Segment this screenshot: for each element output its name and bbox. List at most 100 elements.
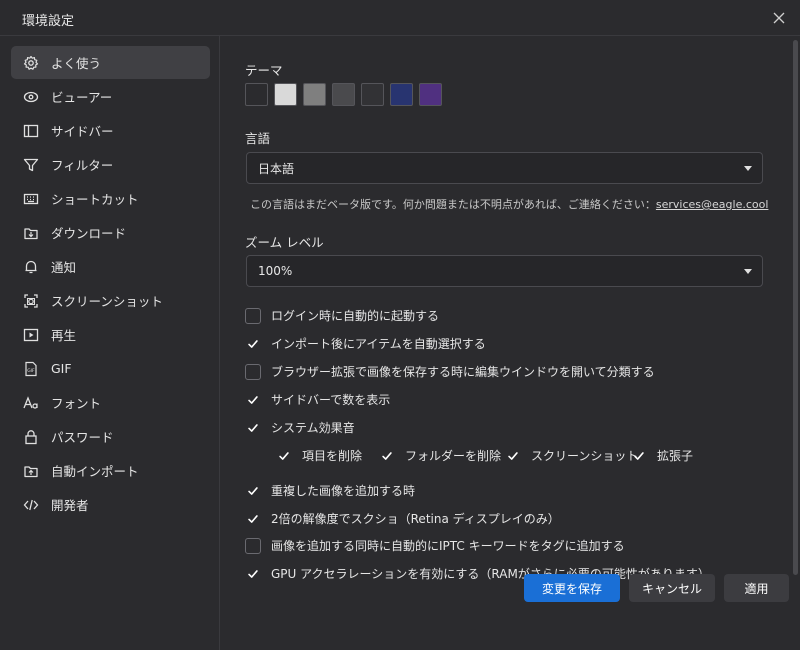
zoom-value: 100% <box>258 264 293 278</box>
bell-icon <box>23 259 39 275</box>
sound-option-row[interactable]: フォルダーを削除 <box>379 447 501 464</box>
option-row[interactable]: ブラウザー拡張で画像を保存する時に編集ウインドウを開いて分類する <box>245 363 655 380</box>
sidebar-item-label: よく使う <box>51 56 102 71</box>
theme-swatch-dark[interactable] <box>245 83 268 106</box>
checkbox[interactable] <box>245 336 261 352</box>
save-button[interactable]: 変更を保存 <box>524 574 620 602</box>
check-icon <box>248 395 258 404</box>
play-icon <box>23 327 39 343</box>
option-row[interactable]: 画像を追加する同時に自動的にIPTC キーワードをタグに追加する <box>245 537 625 554</box>
chevron-down-icon <box>744 166 752 171</box>
checkbox[interactable] <box>276 448 292 464</box>
sidebar-item-gif[interactable]: GIF GIF <box>11 352 210 385</box>
theme-swatch-blue[interactable] <box>390 83 413 106</box>
screenshot-icon <box>23 293 39 309</box>
cancel-button[interactable]: キャンセル <box>629 574 715 602</box>
theme-label: テーマ <box>245 63 283 78</box>
sidebar-item-label: スクリーンショット <box>51 294 163 309</box>
language-note-text: この言語はまだベータ版です。何か問題または不明点があれば、ご連絡ください： <box>250 198 656 211</box>
checkbox-label: 重複した画像を追加する時 <box>271 484 416 498</box>
language-value: 日本語 <box>258 161 295 176</box>
keyboard-icon <box>23 191 39 207</box>
check-icon <box>248 486 258 495</box>
checkbox[interactable] <box>245 566 261 582</box>
option-row[interactable]: インポート後にアイテムを自動選択する <box>245 335 486 352</box>
apply-button[interactable]: 適用 <box>724 574 789 602</box>
checkbox[interactable] <box>245 420 261 436</box>
theme-swatch-darker[interactable] <box>361 83 384 106</box>
filter-icon <box>23 157 39 173</box>
language-select[interactable]: 日本語 <box>246 152 763 184</box>
scrollbar[interactable] <box>793 40 798 575</box>
svg-text:GIF: GIF <box>27 368 35 374</box>
sidebar-item-font[interactable]: フォント <box>11 386 210 419</box>
sidebar-item-label: サイドバー <box>51 124 114 139</box>
sidebar-item-label: フォント <box>51 396 102 411</box>
sidebar-item-label: GIF <box>51 361 72 376</box>
sidebar-item-viewer[interactable]: ビューアー <box>11 80 210 113</box>
check-icon <box>248 569 258 578</box>
gear-icon <box>23 55 39 71</box>
sidebar-item-notifications[interactable]: 通知 <box>11 250 210 283</box>
option-row[interactable]: システム効果音 <box>245 419 355 436</box>
check-icon <box>248 514 258 523</box>
checkbox-label: 拡張子 <box>657 449 694 463</box>
sidebar-item-frequent[interactable]: よく使う <box>11 46 210 79</box>
checkbox-label: フォルダーを削除 <box>405 449 502 463</box>
theme-swatch-dark-gray[interactable] <box>332 83 355 106</box>
sidebar-item-screenshot[interactable]: スクリーンショット <box>11 284 210 317</box>
checkbox[interactable] <box>245 307 261 324</box>
option-row[interactable]: サイドバーで数を表示 <box>245 391 390 408</box>
sidebar-item-label: 再生 <box>51 328 77 343</box>
checkbox[interactable] <box>379 448 395 464</box>
zoom-select[interactable]: 100% <box>246 255 763 287</box>
sidebar-item-label: フィルター <box>51 158 114 173</box>
close-button[interactable] <box>770 9 788 27</box>
checkbox-label: スクリーンショット <box>531 449 639 463</box>
checkbox-label: 2倍の解像度でスクショ（Retina ディスプレイのみ） <box>271 512 560 526</box>
download-icon <box>23 225 39 241</box>
lock-icon <box>23 429 39 445</box>
sidebar-item-auto-import[interactable]: 自動インポート <box>11 454 210 487</box>
option-row[interactable]: 2倍の解像度でスクショ（Retina ディスプレイのみ） <box>245 510 560 527</box>
sound-option-row[interactable]: 項目を削除 <box>276 447 362 464</box>
option-row[interactable]: 重複した画像を追加する時 <box>245 482 415 499</box>
language-label: 言語 <box>245 131 271 146</box>
theme-swatch-purple[interactable] <box>419 83 442 106</box>
import-icon <box>23 463 39 479</box>
option-row[interactable]: ログイン時に自動的に起動する <box>245 307 439 324</box>
checkbox[interactable] <box>245 392 261 408</box>
sidebar-item-label: 通知 <box>51 260 77 275</box>
checkbox[interactable] <box>245 511 261 527</box>
window-title: 環境設定 <box>22 14 75 29</box>
zoom-label: ズーム レベル <box>245 235 324 250</box>
theme-swatch-light[interactable] <box>274 83 297 106</box>
font-icon <box>23 395 39 411</box>
language-note: この言語はまだベータ版です。何か問題または不明点があれば、ご連絡ください：ser… <box>250 196 768 212</box>
checkbox-label: システム効果音 <box>271 421 355 435</box>
eye-icon <box>23 89 39 105</box>
checkbox-label: インポート後にアイテムを自動選択する <box>271 337 486 351</box>
sidebar-item-download[interactable]: ダウンロード <box>11 216 210 249</box>
support-email-link[interactable]: services@eagle.cool <box>656 198 769 211</box>
checkbox[interactable] <box>505 448 521 464</box>
theme-swatch-gray[interactable] <box>303 83 326 106</box>
checkbox[interactable] <box>245 363 261 380</box>
checkbox[interactable] <box>631 448 647 464</box>
checkbox-label: サイドバーで数を表示 <box>271 393 391 407</box>
sidebar-icon <box>23 123 39 139</box>
sound-option-row[interactable]: スクリーンショット <box>505 447 638 464</box>
sidebar-item-label: 開発者 <box>51 498 89 513</box>
sidebar-item-filter[interactable]: フィルター <box>11 148 210 181</box>
sound-option-row[interactable]: 拡張子 <box>631 447 693 464</box>
checkbox-label: ログイン時に自動的に起動する <box>271 309 440 323</box>
sidebar-item-shortcuts[interactable]: ショートカット <box>11 182 210 215</box>
sidebar-item-playback[interactable]: 再生 <box>11 318 210 351</box>
checkbox[interactable] <box>245 483 261 499</box>
sidebar-item-label: 自動インポート <box>51 464 139 479</box>
checkbox-label: 項目を削除 <box>302 449 363 463</box>
sidebar-item-developer[interactable]: 開発者 <box>11 488 210 521</box>
sidebar-item-sidebar[interactable]: サイドバー <box>11 114 210 147</box>
checkbox[interactable] <box>245 537 261 554</box>
sidebar-item-password[interactable]: パスワード <box>11 420 210 453</box>
